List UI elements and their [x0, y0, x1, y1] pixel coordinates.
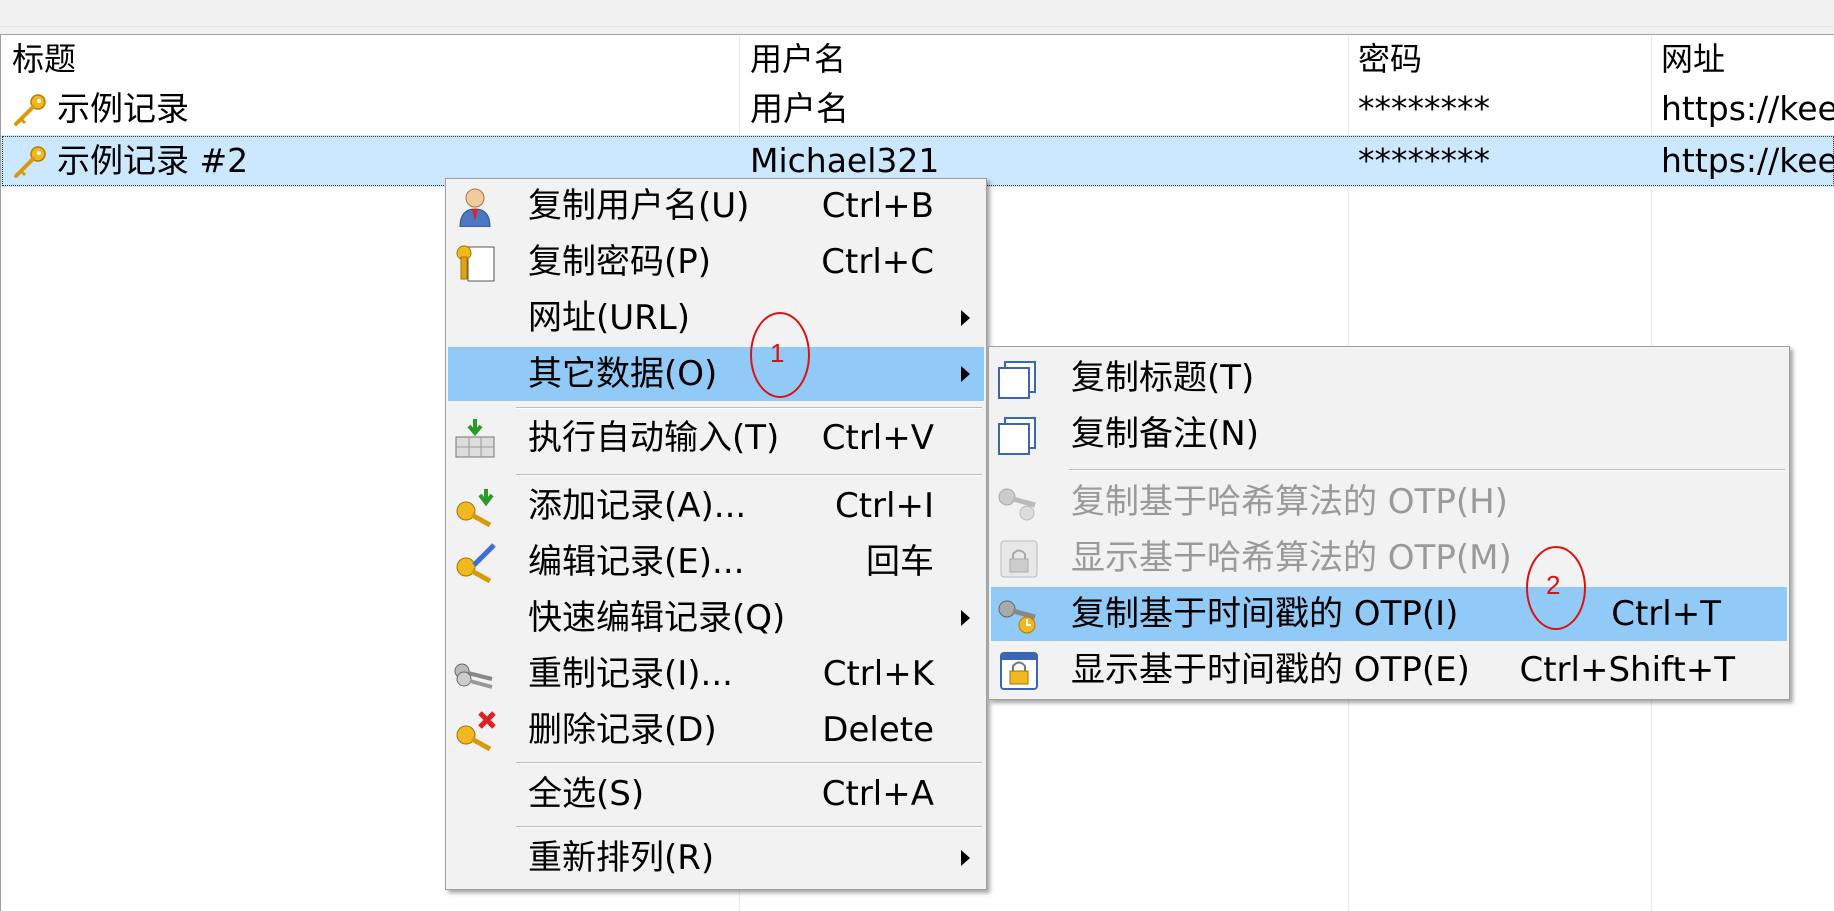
lock-window-icon — [1000, 652, 1038, 690]
menu-item-label: 编辑记录(E)... — [528, 542, 745, 582]
menu-item-copy-username[interactable]: 复制用户名(U) Ctrl+B — [448, 179, 984, 233]
menu-item-shortcut: Ctrl+B — [821, 186, 934, 226]
menu-item-shortcut: Ctrl+V — [821, 418, 934, 458]
table-row[interactable]: 示例记录 用户名 ******** https://kee — [1, 83, 1834, 135]
entry-url: https://kee — [1661, 141, 1834, 180]
otp-key-icon — [998, 488, 1036, 521]
column-header-title[interactable]: 标题 — [12, 35, 76, 83]
submenu-item-copy-title[interactable]: 复制标题(T) — [991, 351, 1787, 405]
menu-item-shortcut: Ctrl+T — [1611, 594, 1721, 634]
annotation-number: 1 — [770, 338, 785, 368]
delete-key-icon — [456, 711, 496, 751]
menu-item-url[interactable]: 网址(URL) — [448, 291, 984, 345]
duplicate-key-icon — [454, 663, 493, 689]
auto-type-icon — [455, 419, 495, 458]
column-header-username[interactable]: 用户名 — [750, 35, 846, 83]
menu-item-add-entry[interactable]: 添加记录(A)... Ctrl+I — [448, 479, 984, 533]
menu-separator — [1069, 469, 1785, 471]
submenu-item-show-hotp[interactable]: 显示基于哈希算法的 OTP(M) — [991, 531, 1787, 585]
menu-item-shortcut: Ctrl+A — [821, 774, 934, 814]
key-icon — [14, 146, 46, 178]
otp-time-key-icon — [998, 600, 1036, 634]
entry-title: 示例记录 — [57, 89, 189, 128]
entry-username: 用户名 — [750, 89, 849, 128]
submenu-item-copy-totp[interactable]: 复制基于时间戳的 OTP(I) Ctrl+T — [991, 587, 1787, 641]
menu-item-label: 其它数据(O) — [528, 354, 718, 394]
menu-item-copy-password[interactable]: 复制密码(P) Ctrl+C — [448, 235, 984, 289]
menu-separator — [516, 826, 982, 828]
menu-item-delete-entry[interactable]: 删除记录(D) Delete — [448, 703, 984, 757]
top-strip — [0, 0, 1834, 27]
menu-item-label: 复制基于时间戳的 OTP(I) — [1071, 594, 1459, 634]
menu-item-label: 添加记录(A)... — [528, 486, 747, 526]
menu-item-other-data[interactable]: 其它数据(O) — [448, 347, 984, 401]
edit-key-icon — [456, 543, 496, 583]
menu-item-auto-type[interactable]: 执行自动输入(T) Ctrl+V — [448, 411, 984, 465]
menu-item-label: 全选(S) — [528, 774, 645, 814]
menu-item-shortcut: 回车 — [866, 542, 934, 582]
menu-item-shortcut: Delete — [822, 710, 934, 750]
menu-item-rearrange[interactable]: 重新排列(R) — [448, 831, 984, 885]
menu-item-edit-entry[interactable]: 编辑记录(E)... 回车 — [448, 535, 984, 589]
submenu-item-copy-hotp[interactable]: 复制基于哈希算法的 OTP(H) — [991, 475, 1787, 529]
menu-item-label: 显示基于哈希算法的 OTP(M) — [1071, 538, 1512, 578]
menu-item-label: 复制用户名(U) — [528, 186, 750, 226]
menu-item-label: 重新排列(R) — [528, 838, 715, 878]
column-header-password[interactable]: 密码 — [1358, 35, 1422, 83]
menu-item-label: 删除记录(D) — [528, 710, 717, 750]
submenu-arrow-icon — [961, 310, 970, 326]
menu-separator — [516, 762, 982, 764]
menu-item-label: 复制标题(T) — [1071, 358, 1255, 398]
menu-item-select-all[interactable]: 全选(S) Ctrl+A — [448, 767, 984, 821]
submenu-arrow-icon — [961, 610, 970, 626]
entry-title: 示例记录 #2 — [57, 141, 249, 180]
submenu-arrow-icon — [961, 850, 970, 866]
submenu-arrow-icon — [961, 366, 970, 382]
menu-separator — [516, 474, 982, 476]
annotation-number: 2 — [1546, 570, 1561, 600]
menu-item-label: 执行自动输入(T) — [528, 418, 780, 458]
column-header-url[interactable]: 网址 — [1661, 35, 1725, 83]
copy-icon — [998, 361, 1036, 399]
menu-item-label: 快速编辑记录(Q) — [528, 598, 786, 638]
menu-item-duplicate-entry[interactable]: 重制记录(I)... Ctrl+K — [448, 647, 984, 701]
other-data-submenu[interactable]: 复制标题(T) 复制备注(N) 复制基于哈希算法的 OTP(H) 显示基于哈希算… — [988, 346, 1790, 700]
key-card-icon — [456, 245, 495, 282]
menu-item-label: 显示基于时间戳的 OTP(E) — [1071, 650, 1470, 690]
add-key-icon — [456, 489, 494, 527]
key-icon — [14, 94, 46, 126]
menu-item-quick-edit[interactable]: 快速编辑记录(Q) — [448, 591, 984, 645]
menu-item-shortcut: Ctrl+Shift+T — [1519, 650, 1735, 690]
menu-item-label: 网址(URL) — [528, 298, 690, 338]
user-icon — [459, 188, 491, 227]
menu-item-shortcut: Ctrl+I — [834, 486, 934, 526]
lock-window-icon — [1000, 540, 1038, 578]
menu-item-shortcut: Ctrl+C — [821, 242, 934, 282]
submenu-item-copy-notes[interactable]: 复制备注(N) — [991, 407, 1787, 461]
menu-item-label: 复制密码(P) — [528, 242, 712, 282]
context-menu[interactable]: 复制用户名(U) Ctrl+B 复制密码(P) Ctrl+C 网址(URL) 其… — [445, 178, 987, 890]
menu-item-label: 重制记录(I)... — [528, 654, 733, 694]
menu-item-shortcut: Ctrl+K — [822, 654, 934, 694]
menu-item-label: 复制基于哈希算法的 OTP(H) — [1071, 482, 1508, 522]
entry-password: ******** — [1358, 89, 1490, 128]
menu-item-label: 复制备注(N) — [1071, 414, 1259, 454]
submenu-item-show-totp[interactable]: 显示基于时间戳的 OTP(E) Ctrl+Shift+T — [991, 643, 1787, 697]
entry-password: ******** — [1358, 141, 1490, 180]
copy-icon — [998, 417, 1036, 455]
menu-separator — [516, 407, 982, 409]
entry-url: https://kee — [1661, 89, 1834, 128]
